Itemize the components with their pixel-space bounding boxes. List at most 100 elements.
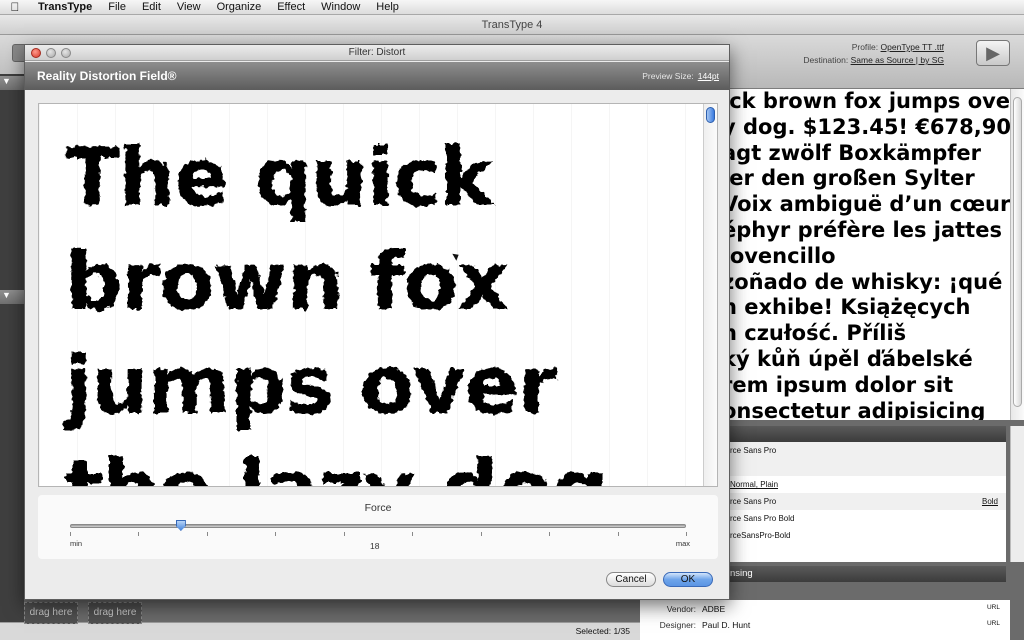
preview-size: Preview Size: 144pt xyxy=(642,71,719,81)
ok-button[interactable]: OK xyxy=(663,572,713,587)
slider-tick xyxy=(412,532,413,536)
preview-sample-line: rem ipsum dolor sit xyxy=(730,372,954,397)
preview-sample-line: ier den großen Sylter xyxy=(730,166,975,191)
sidebar-section-toggle[interactable]: ▼ xyxy=(0,76,24,90)
info-row: rce Sans Pro Bold xyxy=(730,493,1006,510)
slider-max-label: max xyxy=(675,539,690,548)
distortion-preview: The quick brown fox jumps over the lazy … xyxy=(38,103,718,487)
profile-info: Profile: OpenType TT .ttf Destination: S… xyxy=(803,41,944,67)
menu-app[interactable]: TransType xyxy=(30,0,100,15)
slider-tick xyxy=(138,532,139,536)
preview-sample-line: Jovencillo xyxy=(730,243,836,268)
dialog-titlebar: Filter: Distort xyxy=(25,45,729,61)
profile-link[interactable]: OpenType TT .ttf xyxy=(881,42,944,52)
info-row: rceSansPro-Bold xyxy=(730,527,1006,544)
panel-header xyxy=(730,426,1006,442)
close-window-icon[interactable] xyxy=(31,48,41,58)
dialog-title: Filter: Distort xyxy=(348,47,406,58)
slider-tick xyxy=(344,532,345,536)
menu-file[interactable]: File xyxy=(100,0,134,15)
info-value[interactable]: Normal, Plain xyxy=(730,480,778,489)
slider-tick xyxy=(70,532,71,536)
scrollbar-thumb[interactable] xyxy=(706,107,715,123)
preview-sample-line: zoñado de whisky: ¡qué xyxy=(730,269,1003,294)
slider-tick xyxy=(275,532,276,536)
designer-url[interactable]: URL xyxy=(987,620,1000,627)
scrollbar-thumb[interactable] xyxy=(1013,97,1022,407)
destination-link[interactable]: Same as Source | by SG xyxy=(851,55,944,65)
force-slider-track[interactable] xyxy=(70,524,686,528)
preview-sample-line: n exhibe! Książęcych xyxy=(730,295,971,320)
convert-button[interactable]: ▶ xyxy=(976,40,1010,66)
designer-label: Designer: xyxy=(659,620,696,630)
play-icon: ▶ xyxy=(986,42,1000,63)
menu-help[interactable]: Help xyxy=(368,0,407,15)
designer-row: Designer: Paul D. Hunt URL xyxy=(640,620,1010,634)
info-value: rceSansPro-Bold xyxy=(730,531,791,540)
minimize-window-icon[interactable] xyxy=(46,48,56,58)
selection-status: Selected: 1/35 xyxy=(540,624,632,640)
slider-tick xyxy=(207,532,208,536)
preview-line: the lazy dog xyxy=(65,438,609,486)
filter-dialog: Filter: Distort Reality Distortion Field… xyxy=(24,44,730,600)
preview-scrollbar[interactable] xyxy=(1010,89,1024,420)
force-label: Force xyxy=(364,502,392,514)
preview-sample-line: ick brown fox jumps over xyxy=(730,89,1010,113)
font-preview-pane: ick brown fox jumps over y dog. $123.45! … xyxy=(730,89,1010,420)
vendor-value: ADBE xyxy=(702,604,726,614)
slider-min-label: min xyxy=(70,539,83,548)
slider-tick xyxy=(686,532,687,536)
main-window-title: TransType 4 xyxy=(0,15,1024,35)
menu-view[interactable]: View xyxy=(169,0,209,15)
info-row: rce Sans Pro xyxy=(730,442,1006,459)
preview-line: The quick xyxy=(65,131,493,224)
preview-sample-line: agt zwölf Boxkämpfer xyxy=(730,140,982,165)
zoom-window-icon[interactable] xyxy=(61,48,71,58)
disclosure-triangle-icon: ▼ xyxy=(2,76,11,86)
force-slider-knob[interactable] xyxy=(175,520,186,531)
preview-sample-line: y dog. $123.45! €678,90? xyxy=(730,114,1010,139)
slider-tick xyxy=(618,532,619,536)
menu-edit[interactable]: Edit xyxy=(134,0,169,15)
preview-text: The quick brown fox jumps over the lazy … xyxy=(65,126,609,486)
slider-tick xyxy=(481,532,482,536)
vendor-label: Vendor: xyxy=(666,604,696,614)
drop-zone[interactable]: drag here xyxy=(88,602,142,624)
preview-sample-line: n czułość. Příliš xyxy=(730,321,907,346)
vendor-url[interactable]: URL xyxy=(987,604,1000,611)
info-value: rce Sans Pro xyxy=(730,497,777,506)
weight-link[interactable]: Bold xyxy=(982,493,998,510)
disclosure-triangle-icon: ▼ xyxy=(2,290,11,300)
menu-organize[interactable]: Organize xyxy=(209,0,270,15)
slider-tick xyxy=(549,532,550,536)
preview-sample-line: éphyr préfère les jattes xyxy=(730,217,1002,242)
info-value: rce Sans Pro Bold xyxy=(730,514,795,523)
info-row xyxy=(730,459,1006,476)
info-row: Normal, Plain xyxy=(730,476,1006,493)
destination-label: Destination: xyxy=(803,55,849,65)
preview-size-link[interactable]: 144pt xyxy=(698,71,719,81)
cancel-button[interactable]: Cancel xyxy=(606,572,656,587)
info-scrollbar[interactable] xyxy=(1010,426,1024,562)
preview-sample-line: ký kůň úpěl ďábelské xyxy=(730,346,973,371)
slider-value: 18 xyxy=(370,541,380,551)
preview-line: brown fox xyxy=(65,235,509,328)
preview-size-label: Preview Size: xyxy=(642,71,694,81)
preview-scrollbar[interactable] xyxy=(703,104,717,486)
apple-menu-icon[interactable]:  xyxy=(0,0,30,14)
designer-value: Paul D. Hunt xyxy=(702,620,751,630)
sidebar-section-toggle[interactable]: ▼ xyxy=(0,290,24,304)
force-slider-panel: Force min max 18 xyxy=(38,495,718,559)
preview-line: jumps over xyxy=(65,339,557,432)
preview-sample-line: onsectetur adipisicing xyxy=(730,398,986,420)
info-value: rce Sans Pro xyxy=(730,446,777,455)
info-row: rce Sans Pro Bold xyxy=(730,510,1006,527)
font-info-panel: rce Sans Pro Normal, Plain rce Sans Pro B… xyxy=(730,426,1006,562)
menu-effect[interactable]: Effect xyxy=(269,0,313,15)
left-sidebar: ▼ ▼ xyxy=(0,74,24,625)
drop-zone[interactable]: drag here xyxy=(24,602,78,624)
filter-header: Reality Distortion Field® Preview Size: 1… xyxy=(25,62,729,90)
menu-window[interactable]: Window xyxy=(313,0,368,15)
profile-label: Profile: xyxy=(851,42,879,52)
preview-sample-line: Voix ambiguë d’un cœur xyxy=(730,192,1010,217)
